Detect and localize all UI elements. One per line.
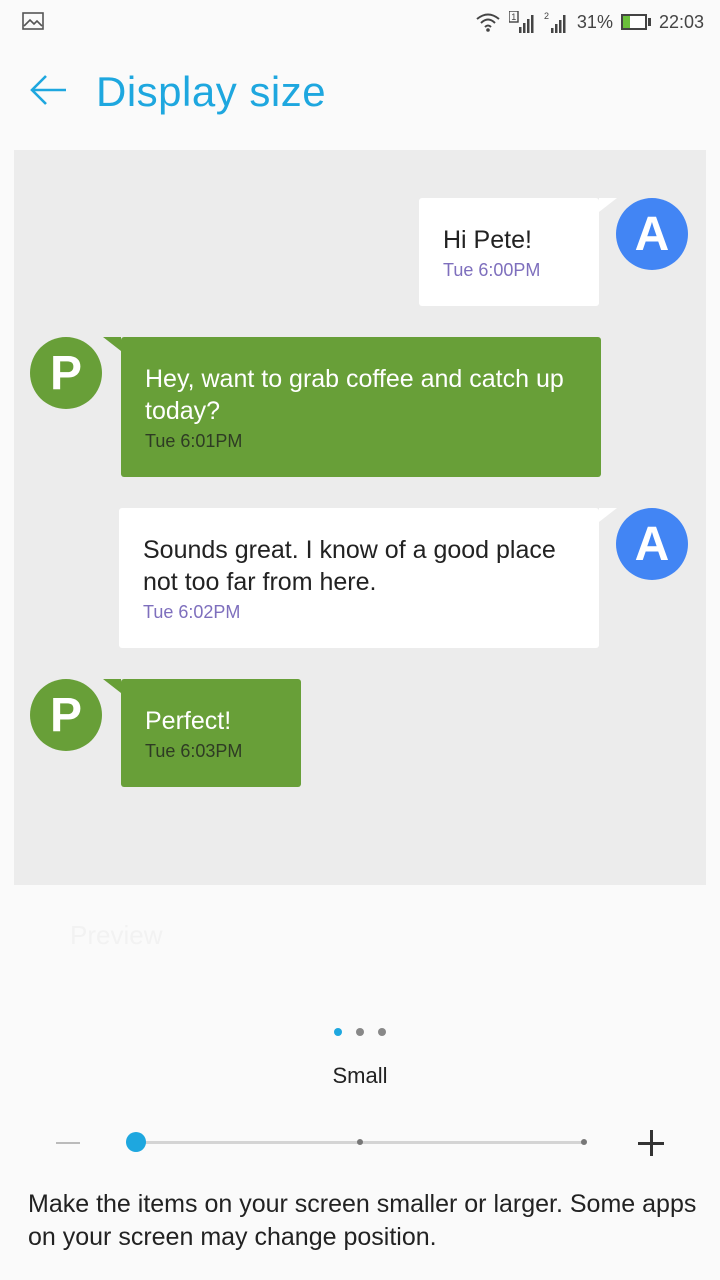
avatar: A	[616, 198, 688, 270]
message-time: Tue 6:03PM	[145, 741, 243, 761]
size-label: Small	[332, 1063, 388, 1088]
message-time: Tue 6:00PM	[443, 260, 541, 280]
size-slider-thumb[interactable]	[126, 1132, 146, 1152]
message-text: Hi Pete!	[443, 226, 532, 254]
message-time: Tue 6:01PM	[145, 431, 243, 451]
size-slider-tick[interactable]	[581, 1139, 587, 1145]
avatar: A	[616, 508, 688, 580]
status-bar: 1 2 31% 22:03	[0, 0, 720, 44]
image-notification-icon	[22, 12, 44, 30]
message-text: Sounds great. I know of a good place not…	[143, 536, 556, 596]
message-bubble-incoming: Perfect! Tue 6:03PM	[121, 679, 301, 787]
signal-sim2-icon: 2	[544, 11, 566, 33]
signal-sim1-icon: 1	[508, 11, 534, 33]
size-slider-tick[interactable]	[357, 1139, 363, 1145]
preview-area: Hi Pete! Tue 6:00PM A P Hey, want to gra…	[14, 150, 706, 885]
message-text: Perfect!	[145, 707, 232, 735]
page-indicator	[0, 1028, 720, 1036]
page-dot	[334, 1028, 342, 1036]
svg-text:1: 1	[511, 12, 516, 22]
page-dot	[356, 1028, 364, 1036]
avatar: P	[30, 337, 102, 409]
message-text: Hey, want to grab coffee and catch up to…	[145, 365, 564, 425]
preview-ghost-label: Preview	[70, 920, 163, 950]
message-bubble-incoming: Hey, want to grab coffee and catch up to…	[121, 337, 601, 477]
size-slider-row	[0, 1120, 720, 1166]
message-bubble-outgoing: Sounds great. I know of a good place not…	[119, 508, 599, 648]
app-bar: Display size	[0, 44, 720, 140]
increase-size-button[interactable]	[638, 1129, 666, 1157]
decrease-size-button[interactable]	[56, 1130, 82, 1156]
avatar: P	[30, 679, 102, 751]
page-title: Display size	[96, 68, 327, 115]
battery-percent: 31%	[576, 11, 613, 32]
back-arrow-icon	[30, 75, 66, 105]
page-dot	[378, 1028, 386, 1036]
message-time: Tue 6:02PM	[143, 602, 241, 622]
message-bubble-outgoing: Hi Pete! Tue 6:00PM	[419, 198, 599, 306]
status-indicators: 1 2 31% 22:03	[475, 8, 704, 36]
battery-icon	[620, 14, 651, 30]
wifi-icon	[476, 13, 500, 32]
back-button[interactable]	[24, 66, 72, 114]
svg-text:2: 2	[544, 11, 549, 21]
description-text: Make the items on your screen smaller or…	[28, 1190, 697, 1251]
clock: 22:03	[658, 11, 704, 32]
